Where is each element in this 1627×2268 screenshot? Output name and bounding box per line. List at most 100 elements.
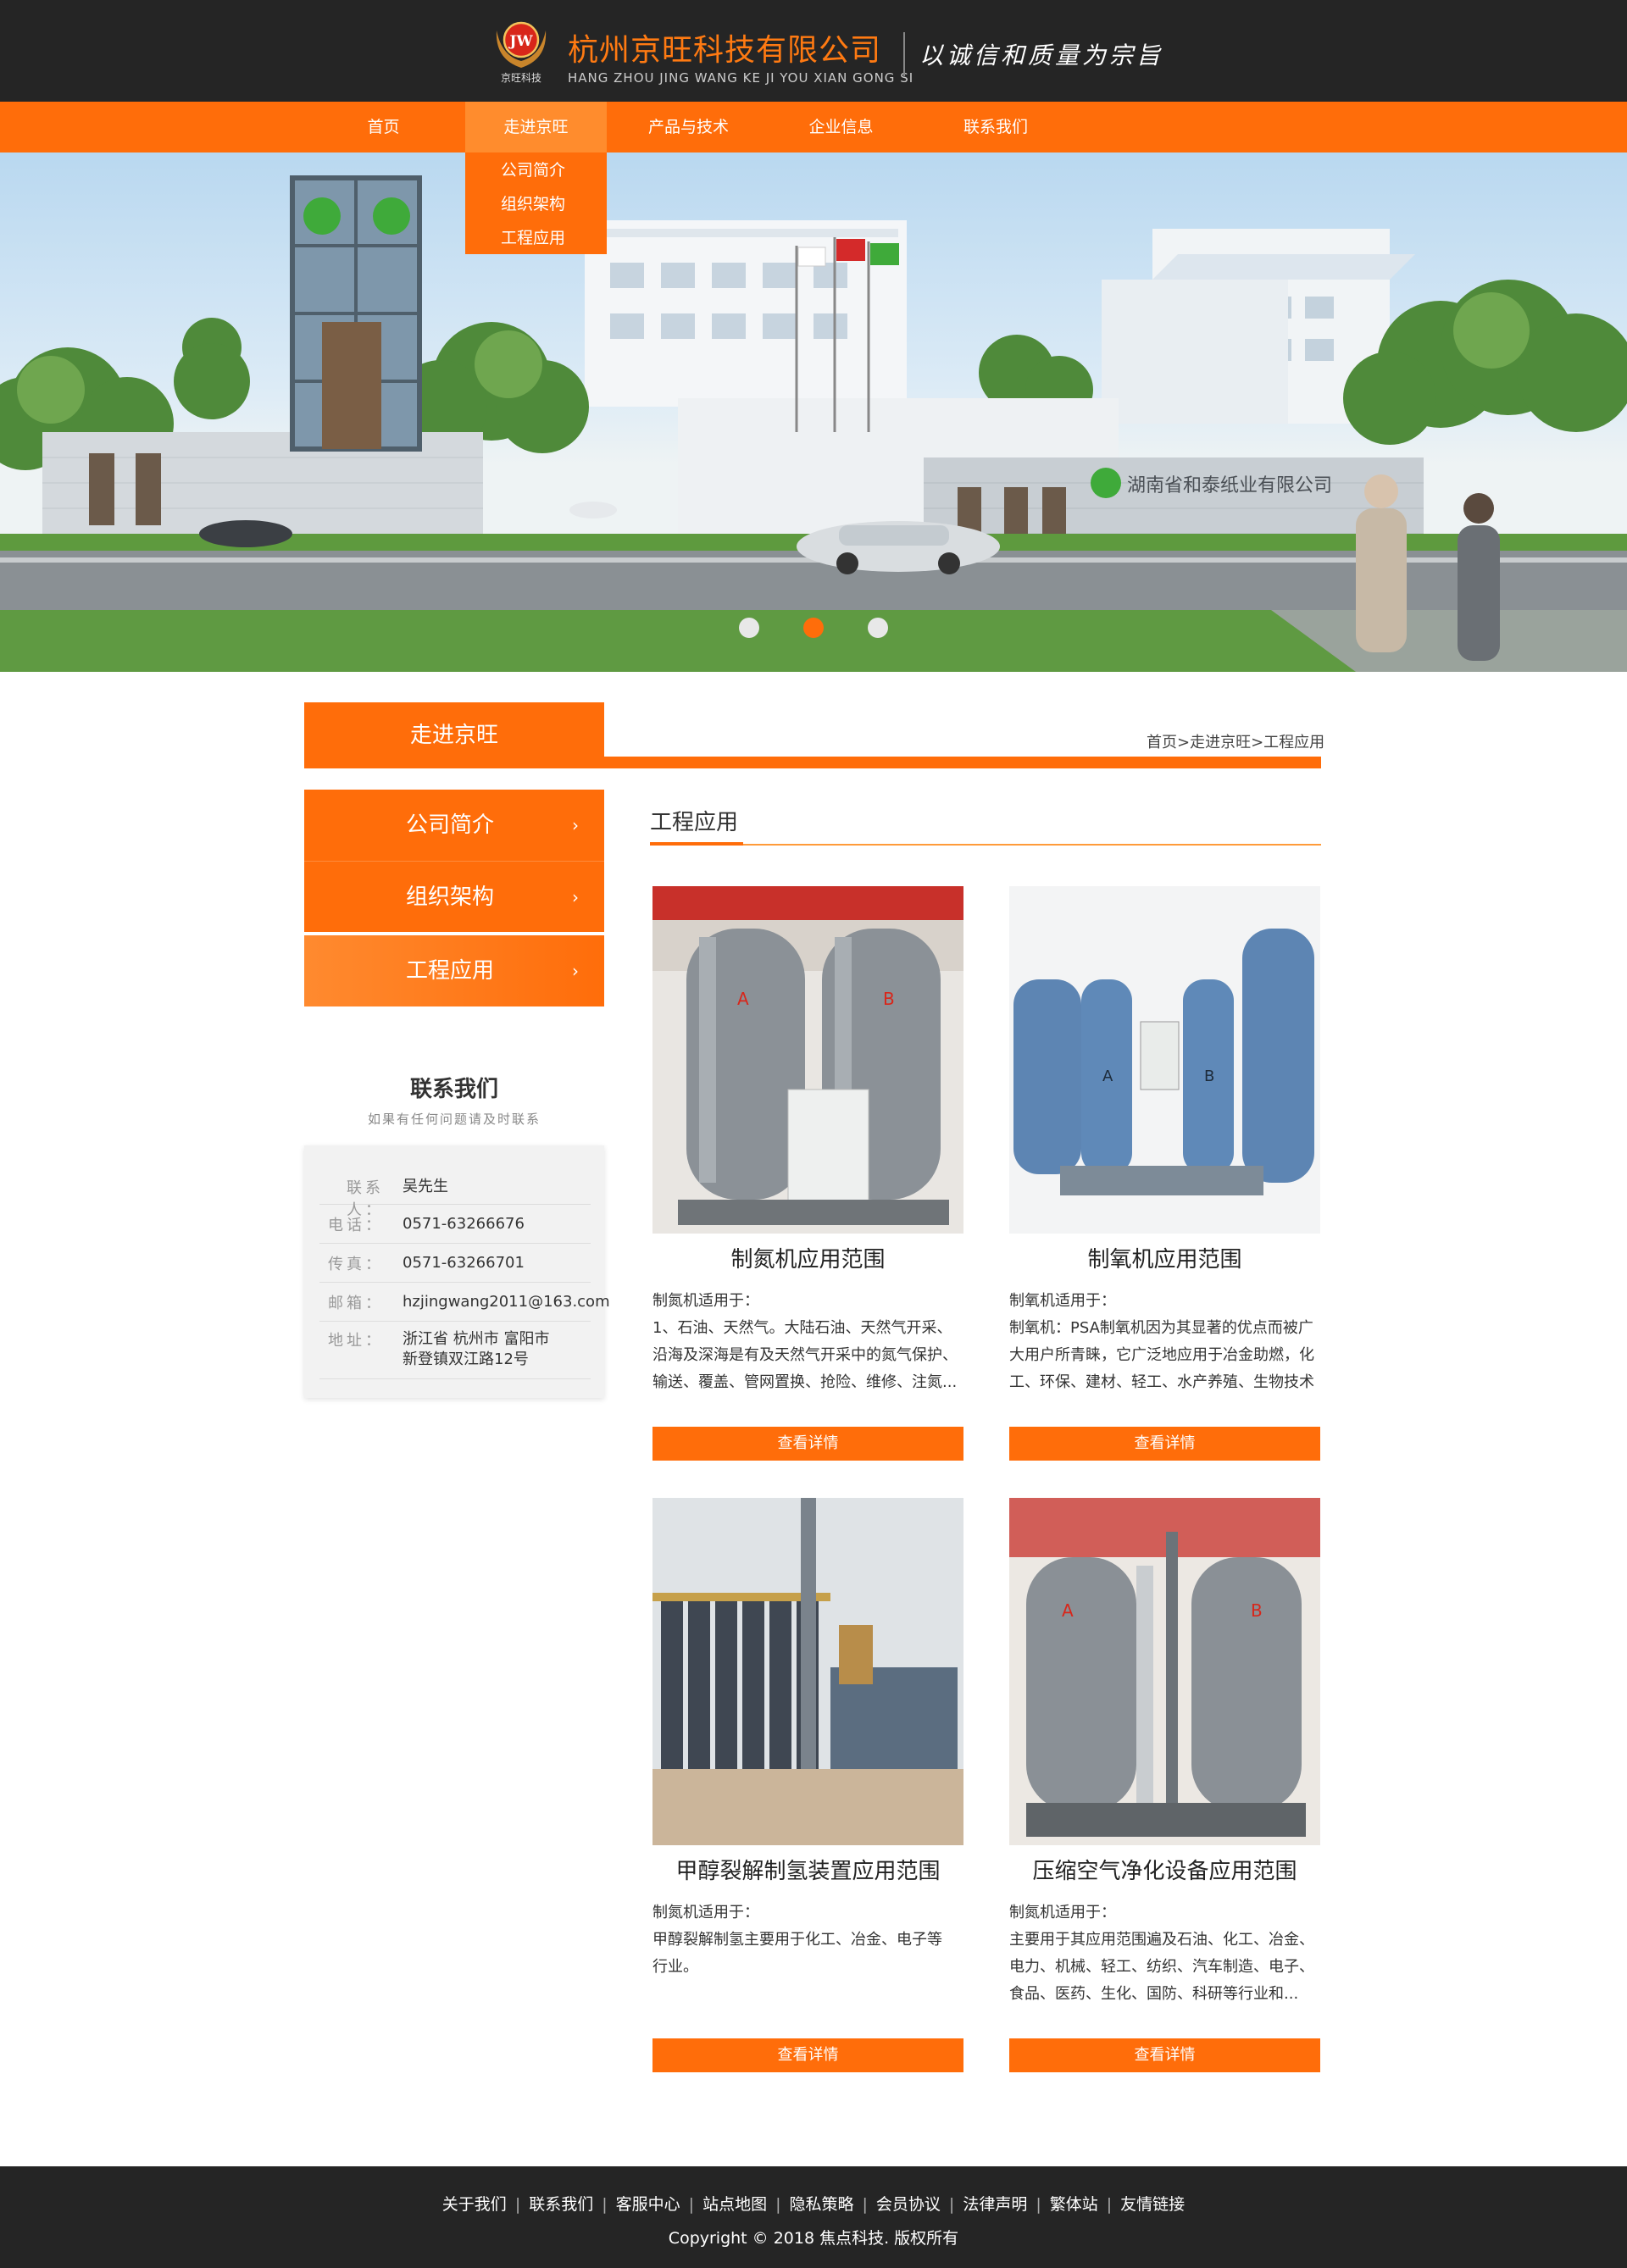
top-header: JW 京旺科技 杭州京旺科技有限公司 HANG ZHOU JING WANG K… xyxy=(0,0,1627,102)
view-details-button[interactable]: 查看详情 xyxy=(1009,2038,1320,2072)
view-details-button[interactable]: 查看详情 xyxy=(652,2038,963,2072)
card-desc-line: 沿海及深海是有及天然气开采中的氮气保护、 xyxy=(652,1346,958,1364)
footer-separator: | xyxy=(1036,2195,1041,2214)
page-title: 工程应用 xyxy=(650,810,739,835)
chevron-right-icon: › xyxy=(572,887,579,907)
copyright-text: Copyright © 2018 焦点科技. 版权所有 xyxy=(668,2229,959,2248)
card-description: 制氮机适用于： 主要用于其应用范围遍及石油、化工、冶金、 电力、机械、轻工、纺织… xyxy=(1009,1899,1320,2008)
card-desc-line: 食品、医药、生化、国防、科研等行业和... xyxy=(1009,1985,1299,2003)
product-image-hydrogen[interactable] xyxy=(652,1498,963,1845)
svg-text:A: A xyxy=(1062,1600,1074,1621)
contact-key: 邮箱： xyxy=(328,1295,384,1312)
section-tab: 走进京旺 xyxy=(304,702,604,768)
card-title[interactable]: 制氧机应用范围 xyxy=(1009,1242,1320,1273)
footer-link-service[interactable]: 客服中心 xyxy=(616,2195,680,2214)
footer-separator: | xyxy=(948,2195,955,2214)
dropdown-item-engineering[interactable]: 工程应用 xyxy=(501,225,565,248)
svg-text:京旺科技: 京旺科技 xyxy=(501,72,541,84)
slider-dot-2[interactable] xyxy=(803,618,824,638)
banner-illustration: 湖南省和泰纸业有限公司 xyxy=(0,175,1627,672)
footer-link-agreement[interactable]: 会员协议 xyxy=(876,2195,941,2214)
dropdown-item-structure[interactable]: 组织架构 xyxy=(501,191,565,214)
main-nav: 首页 走进京旺 产品与技术 企业信息 联系我们 xyxy=(0,102,1627,152)
contact-box: 联系人： 吴先生 电话： 0571-63266676 传真： 0571-6326… xyxy=(304,1145,610,1398)
chevron-right-icon: › xyxy=(572,961,579,981)
product-image-air-purifier[interactable]: A B xyxy=(1009,1498,1320,1845)
chevron-right-icon: › xyxy=(572,815,579,835)
card-desc-line: 行业。 xyxy=(652,1958,698,1976)
card-title[interactable]: 制氮机应用范围 xyxy=(652,1242,963,1273)
product-image-oxygen[interactable]: A B xyxy=(1009,886,1320,1234)
contact-row-address: 地址： 浙江省 杭州市 富阳市 新登镇双江路12号 xyxy=(319,1323,591,1379)
footer-link-friends[interactable]: 友情链接 xyxy=(1120,2195,1185,2214)
product-image-nitrogen[interactable]: A B xyxy=(652,886,963,1234)
card-desc-line: 1、石油、天然气。大陆石油、天然气开采、 xyxy=(652,1319,952,1337)
svg-text:B: B xyxy=(1251,1600,1263,1621)
contact-subtitle: 如果有任何问题请及时联系 xyxy=(367,1112,541,1127)
card-description: 制氧机适用于： 制氧机：PSA制氧机因为其显著的优点而被广 大用户所青睐，它广泛… xyxy=(1009,1288,1320,1396)
contact-key: 传真： xyxy=(328,1256,384,1273)
card-desc-line: 甲醇裂解制氢主要用于化工、冶金、电子等 xyxy=(652,1931,942,1949)
contact-value: 吴先生 xyxy=(403,1178,448,1195)
card-desc-line: 大用户所青睐，它广泛地应用于冶金助燃，化 xyxy=(1009,1346,1314,1364)
contact-row-phone: 电话： 0571-63266676 xyxy=(319,1206,591,1244)
breadcrumb[interactable]: 首页>走进京旺>工程应用 xyxy=(1147,730,1324,752)
footer-separator: | xyxy=(688,2195,695,2214)
card-title[interactable]: 压缩空气净化设备应用范围 xyxy=(1009,1854,1320,1885)
view-details-button[interactable]: 查看详情 xyxy=(1009,1427,1320,1461)
sidebar-item-structure[interactable]: 组织架构 › xyxy=(304,861,604,932)
sidebar-item-engineering[interactable]: 工程应用 › xyxy=(304,935,604,1006)
nav-dropdown: 公司简介 组织架构 工程应用 xyxy=(465,152,607,254)
contact-email[interactable]: hzjingwang2011@163.com xyxy=(403,1291,610,1313)
hero-banner: 湖南省和泰纸业有限公司 xyxy=(0,152,1627,672)
company-logo[interactable]: JW 京旺科技 xyxy=(491,19,551,86)
sidebar-item-label: 组织架构 xyxy=(406,884,495,910)
nav-item-about[interactable]: 走进京旺 xyxy=(465,102,607,152)
svg-text:A: A xyxy=(737,989,749,1009)
footer-link-privacy[interactable]: 隐私策略 xyxy=(789,2195,853,2214)
product-card-oxygen: A B 制氧机应用范围 制氧机适用于： 制氧机：PSA制氧机因为其显著的优点而被… xyxy=(1009,886,1320,1500)
card-desc-line: 制氮机适用于： xyxy=(652,1292,759,1310)
footer-separator: | xyxy=(1106,2195,1113,2214)
svg-text:JW: JW xyxy=(508,33,533,50)
card-title[interactable]: 甲醇裂解制氢装置应用范围 xyxy=(652,1854,963,1885)
card-desc-line: 制氧机：PSA制氧机因为其显著的优点而被广 xyxy=(1009,1319,1313,1337)
view-details-button[interactable]: 查看详情 xyxy=(652,1427,963,1461)
contact-row-email: 邮箱： hzjingwang2011@163.com xyxy=(319,1284,610,1322)
footer-link-contact[interactable]: 联系我们 xyxy=(529,2195,593,2214)
nav-item-info[interactable]: 企业信息 xyxy=(788,102,894,152)
nav-item-contact[interactable]: 联系我们 xyxy=(941,102,1051,152)
title-underline xyxy=(650,844,1321,846)
card-desc-line: 制氮机适用于： xyxy=(652,1904,759,1921)
nav-item-products[interactable]: 产品与技术 xyxy=(627,102,750,152)
dropdown-item-profile[interactable]: 公司简介 xyxy=(501,158,565,180)
product-card-air-purifier: A B 压缩空气净化设备应用范围 制氮机适用于： 主要用于其应用范围遍及石油、化… xyxy=(1009,1498,1320,2112)
sidebar-item-profile[interactable]: 公司简介 › xyxy=(304,790,604,861)
contact-value: 新登镇双江路12号 xyxy=(403,1350,529,1368)
product-card-hydrogen: 甲醇裂解制氢装置应用范围 制氮机适用于： 甲醇裂解制氢主要用于化工、冶金、电子等… xyxy=(652,1498,963,2112)
page-footer: 关于我们 | 联系我们 | 客服中心 | 站点地图 | 隐私策略 | 会员协议 | 法律声明 | 繁体站 | 友… xyxy=(0,2166,1627,2268)
contact-key: 地址： xyxy=(328,1332,384,1350)
contact-row-fax: 传真： 0571-63266701 xyxy=(319,1245,591,1283)
card-desc-line: 制氮机适用于： xyxy=(1009,1904,1116,1921)
footer-separator: | xyxy=(862,2195,868,2214)
sidebar-item-label: 工程应用 xyxy=(406,958,495,984)
sidebar-item-label: 公司简介 xyxy=(406,812,495,838)
company-name: 杭州京旺科技有限公司 xyxy=(568,33,882,68)
card-desc-line: 电力、机械、轻工、纺织、汽车制造、电子、 xyxy=(1009,1958,1314,1976)
footer-separator: | xyxy=(775,2195,781,2214)
card-description: 制氮机适用于： 甲醇裂解制氢主要用于化工、冶金、电子等 行业。 xyxy=(652,1899,963,1981)
slider-dot-1[interactable] xyxy=(739,618,759,638)
footer-link-legal[interactable]: 法律声明 xyxy=(963,2195,1027,2214)
footer-link-sitemap[interactable]: 站点地图 xyxy=(702,2195,767,2214)
footer-link-about[interactable]: 关于我们 xyxy=(442,2195,507,2214)
card-desc-line: 制氧机适用于： xyxy=(1009,1292,1116,1310)
slider-dot-3[interactable] xyxy=(868,618,888,638)
svg-text:B: B xyxy=(883,989,895,1009)
card-desc-line: 工、环保、建材、轻工、水产养殖、生物技术 xyxy=(1009,1373,1314,1391)
footer-link-traditional[interactable]: 繁体站 xyxy=(1050,2195,1098,2214)
svg-text:B: B xyxy=(1204,1067,1214,1085)
svg-text:A: A xyxy=(1102,1067,1113,1085)
contact-title: 联系我们 xyxy=(409,1077,498,1102)
nav-item-home[interactable]: 首页 xyxy=(330,102,436,152)
